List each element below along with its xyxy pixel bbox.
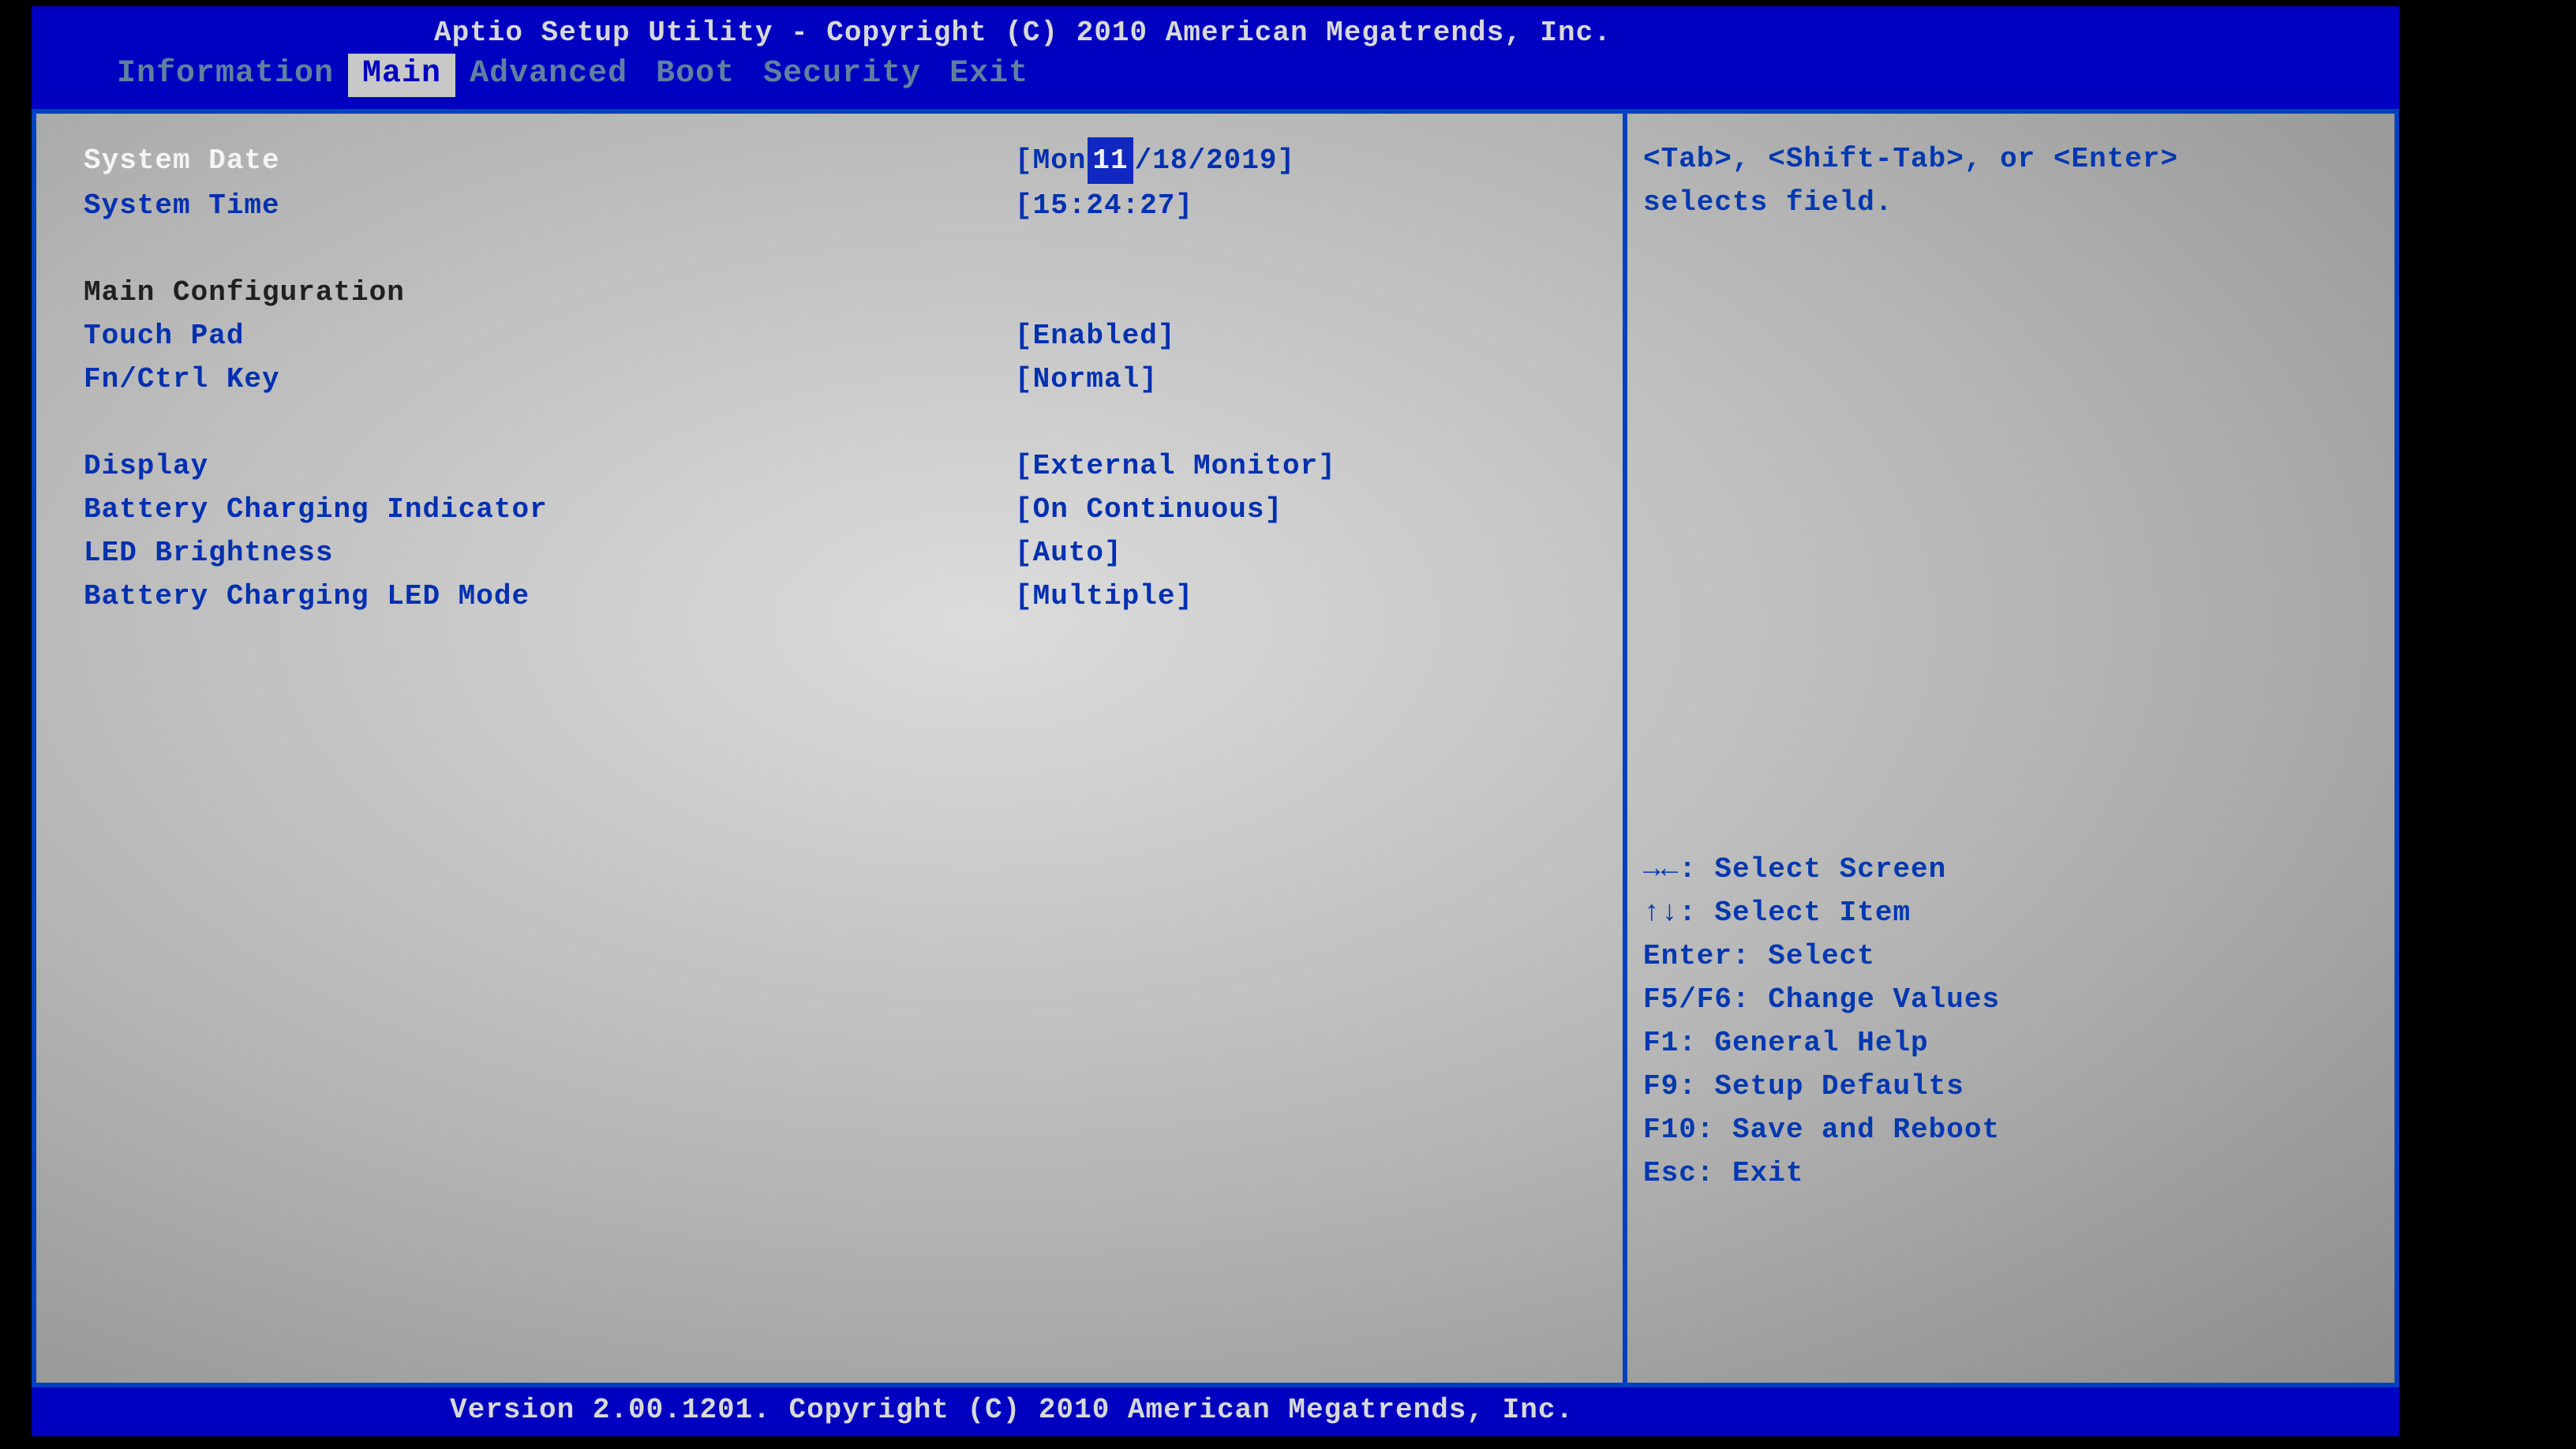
main-panel: System Date [Mon 11 /18/2019] System Tim… xyxy=(36,114,1623,1383)
section-header-row: Main Configuration xyxy=(84,271,1607,314)
touchpad-row[interactable]: Touch Pad [Enabled] xyxy=(84,314,1607,358)
batt-led-mode-label: Battery Charging LED Mode xyxy=(84,575,1015,618)
bios-title: Aptio Setup Utility - Copyright (C) 2010… xyxy=(32,6,2399,54)
tab-information[interactable]: Information xyxy=(103,54,348,97)
batt-led-mode-row[interactable]: Battery Charging LED Mode [Multiple] xyxy=(84,575,1607,618)
touchpad-value[interactable]: [Enabled] xyxy=(1015,314,1607,358)
tab-main[interactable]: Main xyxy=(348,54,455,97)
help-key-save: F10: Save and Reboot xyxy=(1643,1108,2379,1151)
fnctrl-value[interactable]: [Normal] xyxy=(1015,358,1607,401)
help-key-item: ↑↓: Select Item xyxy=(1643,891,2379,934)
help-context: <Tab>, <Shift-Tab>, or <Enter> selects f… xyxy=(1643,137,2379,224)
help-key-defaults: F9: Setup Defaults xyxy=(1643,1065,2379,1108)
fnctrl-row[interactable]: Fn/Ctrl Key [Normal] xyxy=(84,358,1607,401)
content-frame: System Date [Mon 11 /18/2019] System Tim… xyxy=(32,109,2399,1387)
system-date-label: System Date xyxy=(84,139,1015,182)
help-key-select: Enter: Select xyxy=(1643,934,2379,978)
display-value[interactable]: [External Monitor] xyxy=(1015,444,1607,488)
tab-security[interactable]: Security xyxy=(749,54,935,97)
footer-bar: Version 2.00.1201. Copyright (C) 2010 Am… xyxy=(32,1387,2399,1436)
batt-ind-value[interactable]: [On Continuous] xyxy=(1015,488,1607,531)
display-label: Display xyxy=(84,444,1015,488)
help-line1: <Tab>, <Shift-Tab>, or <Enter> xyxy=(1643,137,2379,181)
tab-boot[interactable]: Boot xyxy=(642,54,749,97)
tab-exit[interactable]: Exit xyxy=(935,54,1043,97)
fnctrl-label: Fn/Ctrl Key xyxy=(84,358,1015,401)
system-time-value[interactable]: [15:24:27] xyxy=(1015,184,1607,227)
touchpad-label: Touch Pad xyxy=(84,314,1015,358)
led-bright-value[interactable]: [Auto] xyxy=(1015,531,1607,575)
header-bar: Aptio Setup Utility - Copyright (C) 2010… xyxy=(32,6,2399,109)
bios-screen: Aptio Setup Utility - Copyright (C) 2010… xyxy=(32,6,2399,1443)
help-key-screen: →←: Select Screen xyxy=(1643,848,2379,891)
date-month-field[interactable]: 11 xyxy=(1088,137,1133,184)
display-row[interactable]: Display [External Monitor] xyxy=(84,444,1607,488)
date-suffix: /18/2019] xyxy=(1135,139,1295,182)
main-config-title: Main Configuration xyxy=(84,271,1015,314)
help-key-general: F1: General Help xyxy=(1643,1021,2379,1065)
help-key-change: F5/F6: Change Values xyxy=(1643,978,2379,1021)
help-key-exit: Esc: Exit xyxy=(1643,1151,2379,1195)
batt-ind-label: Battery Charging Indicator xyxy=(84,488,1015,531)
led-bright-label: LED Brightness xyxy=(84,531,1015,575)
batt-ind-row[interactable]: Battery Charging Indicator [On Continuou… xyxy=(84,488,1607,531)
tab-bar: Information Main Advanced Boot Security … xyxy=(32,54,2399,97)
led-bright-row[interactable]: LED Brightness [Auto] xyxy=(84,531,1607,575)
system-time-label: System Time xyxy=(84,184,1015,227)
system-date-value[interactable]: [Mon 11 /18/2019] xyxy=(1015,137,1607,184)
batt-led-mode-value[interactable]: [Multiple] xyxy=(1015,575,1607,618)
tab-advanced[interactable]: Advanced xyxy=(455,54,642,97)
help-keys: →←: Select Screen ↑↓: Select Item Enter:… xyxy=(1643,848,2379,1195)
help-line2: selects field. xyxy=(1643,181,2379,224)
system-date-row[interactable]: System Date [Mon 11 /18/2019] xyxy=(84,137,1607,184)
date-prefix: [Mon xyxy=(1015,139,1086,182)
system-time-row[interactable]: System Time [15:24:27] xyxy=(84,184,1607,227)
help-panel: <Tab>, <Shift-Tab>, or <Enter> selects f… xyxy=(1623,114,2394,1383)
